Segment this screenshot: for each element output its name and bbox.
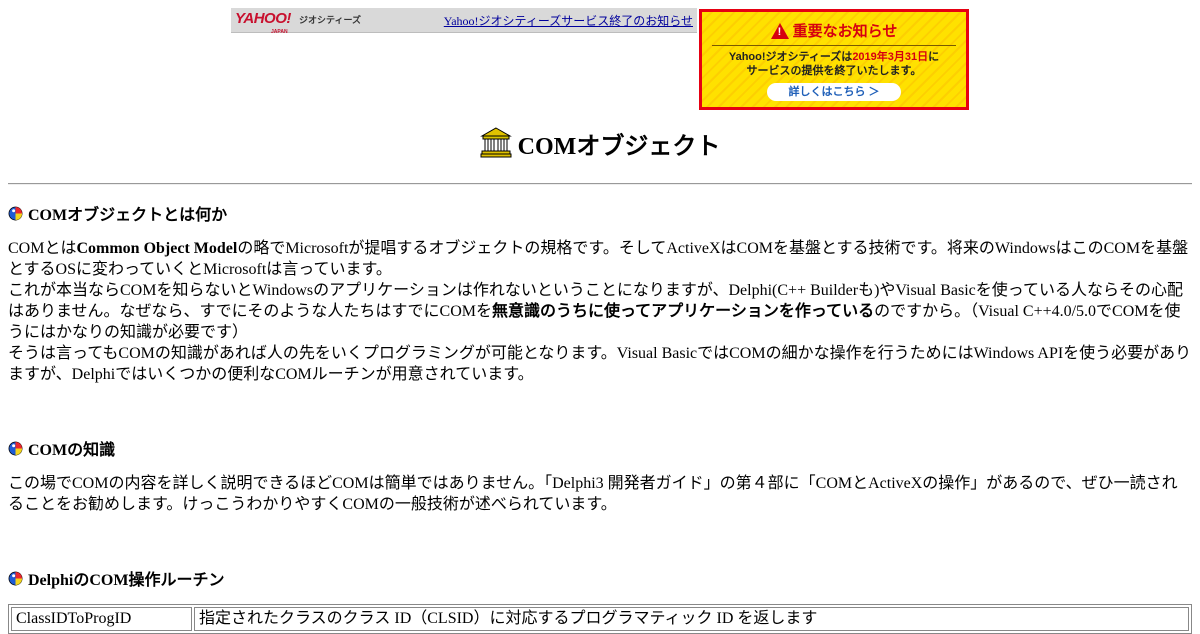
horizontal-rule [8,183,1192,185]
section-body-what-is-com: COMとはCommon Object Modelの略でMicrosoftが提唱す… [8,238,1192,385]
notice-line2: サービスの提供を終了いたします。 [746,65,922,77]
section-heading-text: DelphiのCOM操作ルーチン [28,572,225,589]
yahoo-japan-text: JAPAN [271,29,288,35]
section-heading-text: COMの知識 [28,442,116,459]
routine-description-cell: 指定されたクラスのクラス ID（CLSID）に対応するプログラマティック ID … [194,607,1189,631]
section-heading-com-knowledge: COMの知識 [8,436,115,460]
bank-building-icon [479,127,512,158]
paragraph-text: この場でCOMの内容を詳しく説明できるほどCOMは簡単ではありません。「Delp… [8,475,1178,513]
notice-divider [712,45,956,46]
paragraph: この場でCOMの内容を詳しく説明できるほどCOMは簡単ではありません。「Delp… [8,473,1192,515]
warning-icon [770,22,789,39]
notice-title: 重要なお知らせ [702,20,966,41]
paragraph-text: COMとは [8,240,77,257]
section-heading-what-is-com: COMオブジェクトとは何か [8,201,227,225]
section-heading-delphi-com-routines: DelphiのCOM操作ルーチン [8,566,224,590]
table-row: ClassIDToProgID 指定されたクラスのクラス ID（CLSID）に対… [11,607,1189,631]
page-title: COMオブジェクト [0,126,1200,165]
paragraph: これが本当ならCOMを知らないとWindowsのアプリケーションは作れないという… [8,280,1192,343]
colored-ball-icon [8,441,23,455]
colored-ball-icon [8,206,23,220]
service-end-link[interactable]: Yahoo!ジオシティーズサービス終了のお知らせ [444,12,693,29]
bold-phrase: 無意識のうちに使ってアプリケーションを作っている [491,303,875,320]
yahoo-logo[interactable]: YAHOO! JAPAN [235,11,291,36]
details-button[interactable]: 詳しくはこちら ＞ [767,83,901,101]
notice-title-text: 重要なお知らせ [792,23,898,40]
paragraph-text: そうは言ってもCOMの知識があれば人の先をいくプログラミングが可能となります。V… [8,345,1192,383]
bold-term: Common Object Model [76,240,238,257]
notice-body: Yahoo!ジオシティーズは2019年3月31日に サービスの提供を終了いたしま… [702,50,966,78]
section-heading-text: COMオブジェクトとは何か [28,207,228,224]
notice-line1-prefix: Yahoo!ジオシティーズは [728,51,853,63]
notice-line1-suffix: に [928,51,940,63]
notice-date: 2019年3月31日 [852,51,929,63]
geocities-banner: YAHOO! JAPAN ジオシティーズ Yahoo!ジオシティーズサービス終了… [231,8,697,36]
section-body-com-knowledge: この場でCOMの内容を詳しく説明できるほどCOMは簡単ではありません。「Delp… [8,473,1192,515]
paragraph: そうは言ってもCOMの知識があれば人の先をいくプログラミングが可能となります。V… [8,343,1192,385]
page-title-text: COMオブジェクト [517,134,721,160]
important-notice-banner[interactable]: 重要なお知らせ Yahoo!ジオシティーズは2019年3月31日に サービスの提… [699,9,969,110]
geocities-label: ジオシティーズ [299,15,362,25]
routine-name-cell: ClassIDToProgID [11,607,192,631]
colored-ball-icon [8,571,23,585]
paragraph: COMとはCommon Object Modelの略でMicrosoftが提唱す… [8,238,1192,280]
